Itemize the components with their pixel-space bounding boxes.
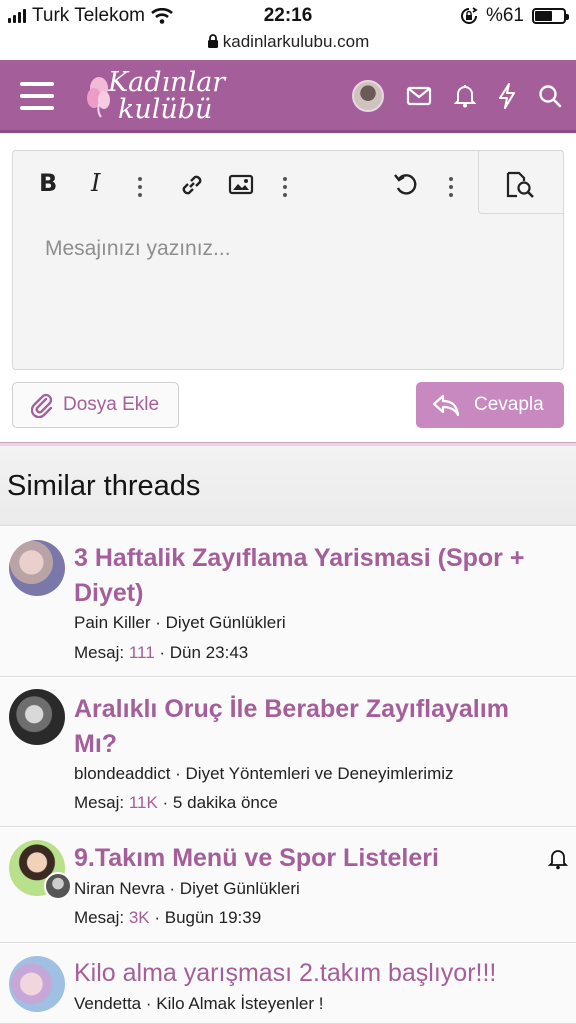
- user-avatar[interactable]: [352, 80, 384, 112]
- attach-file-label: Dosya Ekle: [63, 394, 160, 415]
- status-bar: Turk Telekom 22:16 %61: [0, 0, 576, 32]
- more-options-icon[interactable]: [283, 177, 287, 197]
- reply-label: Cevapla: [474, 394, 544, 415]
- paperclip-icon: [31, 393, 53, 418]
- address-bar[interactable]: kadinlarkulubu.com: [0, 32, 576, 58]
- thread-title[interactable]: Kilo alma yarışması 2.takım başlıyor!!!: [74, 956, 554, 991]
- preview-button[interactable]: [478, 150, 564, 214]
- editor-toolbar: B I: [13, 150, 564, 215]
- lightning-icon[interactable]: [498, 83, 516, 109]
- battery-icon: [532, 8, 569, 24]
- more-options-icon[interactable]: [138, 177, 142, 197]
- watch-bell-icon[interactable]: [548, 848, 568, 870]
- thread-item[interactable]: 3 Haftalik Zayıflama Yarismasi (Spor + D…: [0, 527, 576, 677]
- reply-count: 11K: [128, 793, 158, 812]
- thread-title[interactable]: Aralıklı Oruç İle Beraber Zayıflayalım M…: [74, 692, 554, 762]
- thread-meta: blondeaddict · Diyet Yöntemleri ve Deney…: [74, 764, 454, 783]
- thread-stats: Mesaj: 111 · Dün 23:43: [74, 643, 248, 663]
- battery-group: %61: [460, 5, 569, 27]
- header-actions: [352, 80, 562, 112]
- search-icon[interactable]: [538, 84, 562, 108]
- thread-meta: Pain Killer · Diyet Günlükleri: [74, 613, 286, 632]
- stats-label: Mesaj:: [74, 908, 125, 927]
- url-text: kadinlarkulubu.com: [222, 32, 370, 51]
- reply-arrow-icon: [432, 394, 460, 417]
- lock-icon: [207, 34, 218, 48]
- rotation-lock-icon: [460, 7, 478, 24]
- last-activity: · Bugün 19:39: [154, 908, 262, 927]
- stats-label: Mesaj:: [74, 643, 125, 662]
- last-activity: · Dün 23:43: [159, 643, 249, 662]
- image-icon[interactable]: [228, 174, 254, 196]
- thread-avatar[interactable]: [9, 540, 65, 596]
- link-icon[interactable]: [179, 172, 205, 198]
- logo-text: Kadınlar kulübü: [108, 69, 225, 123]
- thread-title[interactable]: 9.Takım Menü ve Spor Listeleri: [74, 841, 554, 876]
- site-logo[interactable]: Kadınlar kulübü: [80, 66, 240, 128]
- site-header: Kadınlar kulübü: [0, 60, 576, 133]
- logo-line-2: kulübü: [118, 94, 213, 125]
- menu-icon[interactable]: [20, 82, 54, 110]
- logo-line-1: Kadınlar: [108, 67, 226, 98]
- thread-meta: Vendetta · Kilo Almak İsteyenler !: [74, 994, 324, 1013]
- italic-icon[interactable]: I: [91, 169, 100, 197]
- similar-threads-title: Similar threads: [7, 470, 201, 502]
- stats-label: Mesaj:: [74, 793, 125, 812]
- thread-item[interactable]: Aralıklı Oruç İle Beraber Zayıflayalım M…: [0, 678, 576, 827]
- thread-meta: Niran Nevra · Diyet Günlükleri: [74, 879, 300, 898]
- attach-file-button[interactable]: Dosya Ekle: [12, 382, 179, 428]
- thread-avatar[interactable]: [9, 689, 65, 745]
- battery-percent: %61: [485, 5, 524, 26]
- preview-icon: [506, 171, 534, 198]
- thread-stats: Mesaj: 11K · 5 dakika önce: [74, 793, 278, 813]
- reply-count: 111: [128, 643, 155, 662]
- thread-title[interactable]: 3 Haftalik Zayıflama Yarismasi (Spor + D…: [74, 541, 554, 611]
- thread-item[interactable]: Kilo alma yarışması 2.takım başlıyor!!! …: [0, 944, 576, 1024]
- mail-icon[interactable]: [406, 86, 432, 106]
- reply-count: 3K: [128, 908, 150, 927]
- thread-item[interactable]: 9.Takım Menü ve Spor Listeleri Niran Nev…: [0, 828, 576, 943]
- more-options-icon[interactable]: [449, 177, 453, 197]
- undo-icon[interactable]: [393, 172, 419, 198]
- participant-avatar[interactable]: [44, 872, 72, 900]
- similar-threads-header: Similar threads: [0, 446, 576, 526]
- reply-button[interactable]: Cevapla: [416, 382, 564, 428]
- bell-icon[interactable]: [454, 84, 476, 108]
- message-input[interactable]: Mesajınızı yazınız...: [45, 237, 231, 261]
- thread-stats: Mesaj: 3K · Bugün 19:39: [74, 908, 261, 928]
- last-activity: · 5 dakika önce: [162, 793, 278, 812]
- battery-level: [535, 11, 553, 21]
- bold-icon[interactable]: B: [39, 169, 57, 197]
- thread-avatar[interactable]: [9, 956, 65, 1012]
- reply-editor[interactable]: B I Mesajınızı yazınız...: [12, 150, 564, 370]
